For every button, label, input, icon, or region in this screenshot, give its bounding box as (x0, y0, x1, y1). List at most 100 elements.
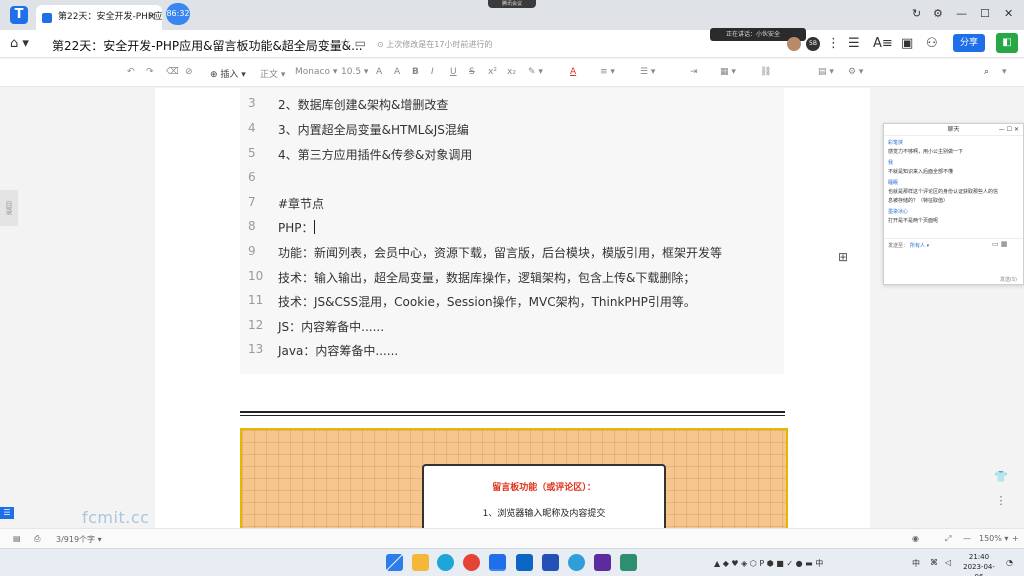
fullscreen-icon[interactable]: ⤢ (945, 534, 951, 544)
code-line[interactable]: 9 功能：新闻列表，会员中心，资源下载，留言版，后台模块，模版引用，框架开发等 (240, 244, 780, 264)
network-app-icon[interactable] (568, 554, 585, 571)
options-icon[interactable]: ⚙ ▾ (848, 67, 863, 77)
minimize-icon[interactable]: — (956, 7, 967, 20)
outline-tab[interactable]: 目录 (0, 190, 18, 226)
chat-input-area[interactable]: 发送至： 所有人 ▾ ▭ ▦ 发送(S) (884, 238, 1023, 286)
format-painter-icon[interactable]: ⌫ (166, 67, 179, 77)
edge-browser-icon[interactable] (437, 554, 454, 571)
php-app-icon[interactable] (594, 554, 611, 571)
font-grow-icon[interactable]: A (376, 67, 382, 77)
subscript-icon[interactable]: x₂ (507, 67, 516, 77)
focus-icon[interactable]: ◉ (912, 534, 919, 543)
meeting-app-icon[interactable] (516, 554, 533, 571)
system-clock[interactable]: 21:40 2023-04-06 (959, 552, 999, 576)
font-select[interactable]: Monaco ▾ (295, 67, 337, 77)
browser-tab[interactable]: 第22天：安全开发-PHP应... ✕ (36, 5, 162, 30)
chrome-browser-icon[interactable] (463, 554, 480, 571)
refresh-icon[interactable]: ↻ (912, 7, 921, 20)
code-line[interactable]: 8 PHP： (240, 219, 780, 239)
zoom-level[interactable]: 150% ▾ (979, 534, 1008, 543)
code-line[interactable]: 12 JS：内容筹备中...... (240, 318, 780, 338)
code-line[interactable]: 4 3、内置超全局变量&HTML&JS混编 (240, 121, 780, 141)
clear-format-icon[interactable]: ⊘ (185, 67, 193, 77)
home-icon[interactable]: ⌂ ▾ (10, 36, 29, 51)
code-line[interactable]: 11 技术：JS&CSS混用，Cookie，Session操作，MVC架构，Th… (240, 293, 780, 313)
insert-button[interactable]: ⊕ 插入 ▾ (210, 67, 246, 80)
send-to-select[interactable]: 所有人 ▾ (910, 242, 929, 249)
line-text: 技术：JS&CSS混用，Cookie，Session操作，MVC架构，Think… (278, 295, 696, 309)
chat-window-controls-icon[interactable]: — ☐ ✕ (999, 124, 1019, 136)
line-number: 12 (248, 318, 264, 332)
italic-icon[interactable]: I (431, 67, 434, 77)
code-line[interactable]: 10 技术：输入输出，超全局变量，数据库操作，逻辑架构，包含上传&下载删除； (240, 269, 780, 289)
settings-icon[interactable]: ⚙ (933, 7, 943, 20)
embedded-image[interactable]: 留言板功能（或评论区）： 1、浏览器输入昵称及内容提交 (240, 428, 788, 528)
code-line[interactable]: 5 4、第三方应用插件&传参&对象调用 (240, 146, 780, 166)
volume-icon[interactable]: ◁ (945, 558, 951, 567)
paragraph-style-value: 正文 (260, 70, 279, 80)
strikethrough-icon[interactable]: S (469, 67, 475, 77)
present-icon[interactable]: ▣ (901, 36, 913, 51)
chart-icon[interactable]: ▤ ▾ (818, 67, 834, 77)
more-icon[interactable]: ⋮ (827, 36, 840, 51)
windows-start-icon[interactable] (386, 554, 403, 571)
app-logo-icon[interactable]: T (10, 6, 28, 24)
line-text: PHP： (278, 221, 314, 235)
redo-icon[interactable]: ↷ (146, 67, 154, 77)
add-comment-icon[interactable]: ⊞ (838, 250, 848, 264)
code-line[interactable]: 7 #章节点 (240, 195, 780, 215)
side-panel-toggle-icon[interactable]: ◧ (996, 33, 1018, 53)
underline-icon[interactable]: U (450, 67, 457, 77)
avatar-label[interactable]: 5B (806, 37, 820, 51)
star-icon[interactable]: ☆ ▭ (340, 36, 366, 50)
document-title[interactable]: 第22天：安全开发-PHP应用&留言板功能&超全局变量&... (52, 37, 363, 54)
tray-icons[interactable]: ▲ ◆ ♥ ◈ ⬡ P ⬢ ■ ✓ ● ▬ 中 (714, 558, 823, 569)
list-icon[interactable]: ☰ ▾ (640, 67, 655, 77)
shirt-icon[interactable]: 👕 (992, 470, 1010, 488)
docs-app-icon[interactable] (489, 554, 506, 571)
toolbar-more-icon[interactable]: ▾ (1002, 67, 1007, 77)
close-tab-icon[interactable]: ✕ (148, 5, 156, 30)
tool-app-icon[interactable] (620, 554, 637, 571)
code-line[interactable]: 13 Java：内容筹备中...... (240, 342, 780, 362)
paragraph-style-select[interactable]: 正文 ▾ (260, 67, 285, 80)
notification-icon[interactable]: ◔ (1006, 558, 1013, 567)
left-panel-icon[interactable]: ☰ (0, 507, 14, 519)
maximize-icon[interactable]: ☐ (980, 7, 990, 20)
recording-indicator[interactable]: 腾讯会议 (488, 0, 536, 8)
close-window-icon[interactable]: ✕ (1004, 7, 1013, 20)
link-icon[interactable]: ⛓ (760, 67, 771, 77)
superscript-icon[interactable]: x² (488, 67, 497, 77)
text-format-icon[interactable]: A≡ (873, 36, 893, 51)
bold-icon[interactable]: B (412, 67, 419, 77)
print-icon[interactable]: ⎙ (34, 534, 40, 544)
float-more-icon[interactable]: ⋮ (992, 494, 1010, 512)
add-member-icon[interactable]: ⚇ (926, 36, 938, 51)
layout-icon[interactable]: ▤ (13, 534, 21, 543)
chat-tools-icon[interactable]: ▭ ▦ (992, 240, 1007, 248)
menu-icon[interactable]: ☰ (848, 36, 860, 51)
undo-icon[interactable]: ↶ (127, 67, 135, 77)
highlight-icon[interactable]: ✎ ▾ (528, 67, 543, 77)
code-line[interactable]: 6 (240, 170, 780, 190)
font-size-select[interactable]: 10.5 ▾ (341, 67, 368, 77)
share-button[interactable]: 分享 (953, 34, 985, 52)
file-explorer-icon[interactable] (412, 554, 429, 571)
network-icon[interactable]: ⌘ (930, 558, 938, 567)
zoom-out-icon[interactable]: — (963, 534, 971, 543)
send-button[interactable]: 发送(S) (1000, 276, 1017, 283)
align-icon[interactable]: ≡ ▾ (600, 67, 615, 77)
p-app-icon[interactable] (542, 554, 559, 571)
search-icon[interactable]: ⌕ (984, 67, 989, 77)
code-line[interactable]: 3 2、数据库创建&架构&增删改查 (240, 96, 780, 116)
ime-indicator[interactable]: 中 (912, 558, 920, 569)
table-icon[interactable]: ▦ ▾ (720, 67, 736, 77)
avatar[interactable] (787, 37, 801, 51)
word-count[interactable]: 3/919个字 ▾ (56, 534, 102, 545)
zoom-in-icon[interactable]: + (1012, 534, 1019, 543)
font-color-icon[interactable]: A (570, 67, 576, 77)
chat-window[interactable]: 聊天 — ☐ ✕ 彩笔侠 感觉力不够啊，用小公主别做一下 我 不就是知识来入后面… (883, 123, 1024, 285)
timer-bubble[interactable]: 86:32 (166, 3, 190, 25)
font-shrink-icon[interactable]: A (394, 67, 400, 77)
indent-icon[interactable]: ⇥ (690, 67, 698, 77)
